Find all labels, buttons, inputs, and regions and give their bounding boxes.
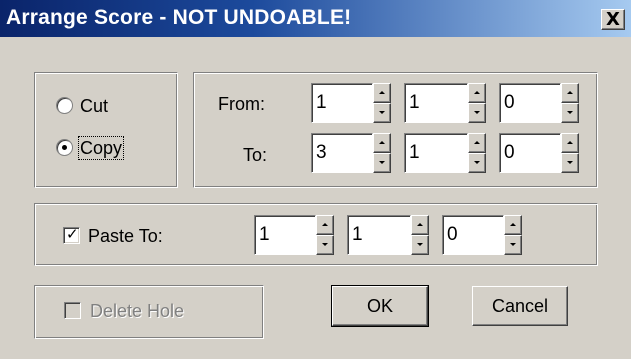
up-arrow-icon: [510, 223, 516, 226]
spin-down-button[interactable]: [411, 235, 429, 255]
to-measure-input[interactable]: 3: [311, 133, 373, 173]
cut-radio[interactable]: [56, 97, 73, 114]
to-label: To:: [243, 145, 268, 165]
from-beat-input[interactable]: 1: [404, 83, 468, 123]
paste-measure-input[interactable]: 1: [254, 215, 316, 255]
spin-down-button[interactable]: [373, 153, 391, 173]
paste-to-checkbox[interactable]: ✓: [63, 225, 80, 244]
copy-radio[interactable]: [56, 139, 73, 156]
down-arrow-icon: [474, 161, 480, 164]
from-tick-input[interactable]: 0: [499, 83, 561, 123]
up-arrow-icon: [379, 141, 385, 144]
spin-up-button[interactable]: [468, 133, 486, 153]
copy-label[interactable]: Copy: [77, 136, 125, 160]
spin-up-button[interactable]: [468, 83, 486, 103]
cut-label[interactable]: Cut: [80, 96, 108, 116]
radio-selected-dot: [62, 145, 67, 150]
from-measure-input[interactable]: 1: [311, 83, 373, 123]
spin-down-button[interactable]: [561, 153, 579, 173]
spin-up-button[interactable]: [504, 215, 522, 235]
spin-down-button[interactable]: [504, 235, 522, 255]
down-arrow-icon: [510, 243, 516, 246]
down-arrow-icon: [322, 243, 328, 246]
spin-up-button[interactable]: [373, 133, 391, 153]
up-arrow-icon: [379, 91, 385, 94]
paste-beat-input[interactable]: 1: [347, 215, 411, 255]
close-button[interactable]: X: [601, 9, 625, 30]
checkmark-icon: ✓: [66, 225, 79, 243]
spin-down-button[interactable]: [316, 235, 334, 255]
up-arrow-icon: [474, 91, 480, 94]
arrange-score-dialog: Arrange Score - NOT UNDOABLE! X Cut Copy…: [0, 0, 631, 359]
close-icon: X: [606, 8, 620, 30]
spin-up-button[interactable]: [316, 215, 334, 235]
spin-down-button[interactable]: [468, 153, 486, 173]
spin-up-button[interactable]: [373, 83, 391, 103]
title-bar[interactable]: Arrange Score - NOT UNDOABLE! X: [0, 0, 631, 37]
up-arrow-icon: [417, 223, 423, 226]
down-arrow-icon: [567, 111, 573, 114]
spin-up-button[interactable]: [411, 215, 429, 235]
down-arrow-icon: [379, 111, 385, 114]
down-arrow-icon: [379, 161, 385, 164]
spin-down-button[interactable]: [561, 103, 579, 123]
down-arrow-icon: [567, 161, 573, 164]
cancel-button[interactable]: Cancel: [472, 286, 568, 326]
up-arrow-icon: [322, 223, 328, 226]
up-arrow-icon: [474, 141, 480, 144]
window-title: Arrange Score - NOT UNDOABLE!: [6, 6, 352, 29]
up-arrow-icon: [567, 91, 573, 94]
delete-hole-checkbox[interactable]: [64, 302, 81, 319]
spin-up-button[interactable]: [561, 83, 579, 103]
up-arrow-icon: [567, 141, 573, 144]
down-arrow-icon: [474, 111, 480, 114]
down-arrow-icon: [417, 243, 423, 246]
paste-tick-input[interactable]: 0: [442, 215, 504, 255]
spin-down-button[interactable]: [468, 103, 486, 123]
spin-up-button[interactable]: [561, 133, 579, 153]
from-label: From:: [218, 94, 265, 114]
paste-to-label[interactable]: Paste To:: [88, 226, 163, 246]
mode-group: [34, 72, 178, 188]
ok-button[interactable]: OK: [331, 285, 429, 327]
spin-down-button[interactable]: [373, 103, 391, 123]
delete-hole-label: Delete Hole: [90, 301, 185, 321]
to-beat-input[interactable]: 1: [404, 133, 468, 173]
to-tick-input[interactable]: 0: [499, 133, 561, 173]
